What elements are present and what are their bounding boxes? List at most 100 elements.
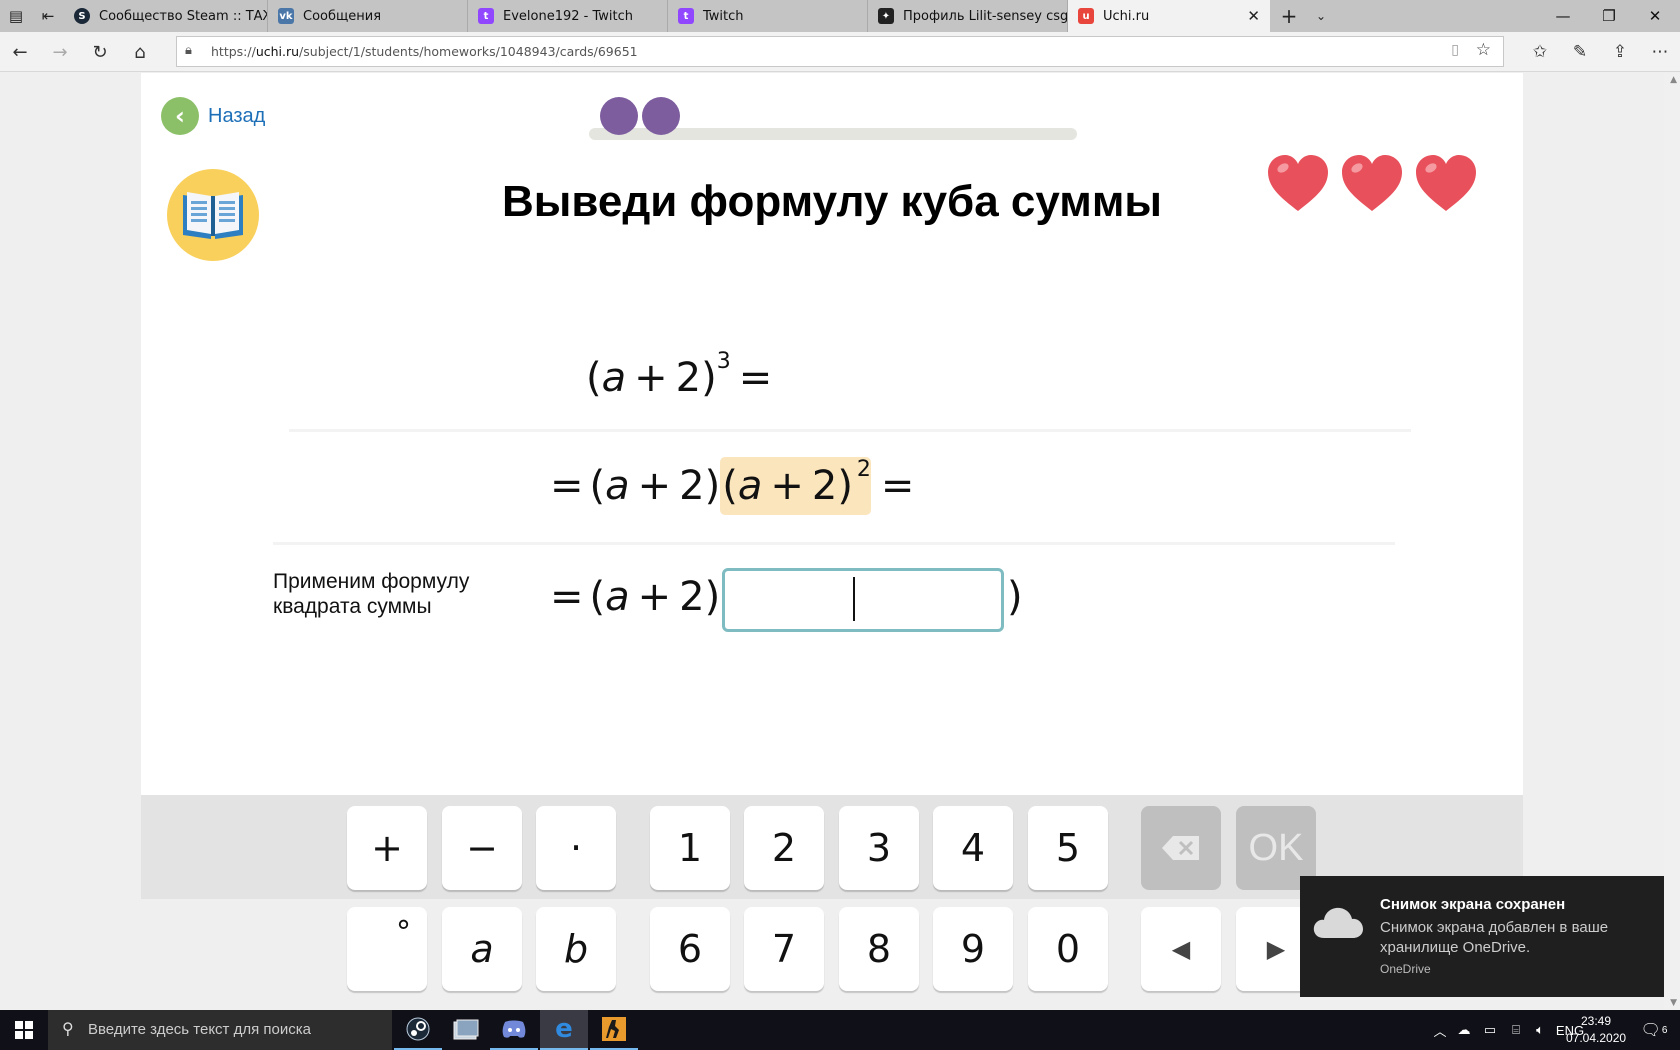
lock-icon: 🔒︎ <box>185 43 192 58</box>
toast-body: Снимок экрана добавлен в ваше хранилище … <box>1380 919 1609 956</box>
key-7[interactable]: 7 <box>744 907 824 991</box>
forward-arrow-icon[interactable]: → <box>44 36 76 68</box>
ethernet-icon[interactable]: ⌸ <box>1504 1010 1528 1050</box>
steam-icon: S <box>74 8 90 24</box>
chevron-up-icon[interactable]: ︿ <box>1430 1010 1450 1050</box>
divider <box>289 429 1411 432</box>
taskbar-edge[interactable]: e <box>540 1010 588 1050</box>
network-icon[interactable]: ▭ <box>1478 1010 1502 1050</box>
tab-steam[interactable]: S Сообщество Steam :: ТАЖИ <box>64 0 268 32</box>
key-4[interactable]: 4 <box>933 806 1013 890</box>
notification-count: 6 <box>1661 1024 1668 1036</box>
key-9[interactable]: 9 <box>933 907 1013 991</box>
set-aside-tabs-icon[interactable]: ⇤ <box>32 0 64 32</box>
key-b[interactable]: b <box>536 907 616 991</box>
clock-time: 23:49 <box>1580 1014 1612 1028</box>
tab-twitch-evelone[interactable]: t Evelone192 - Twitch <box>468 0 668 32</box>
favorites-hub-icon[interactable]: ✩ <box>1522 36 1558 68</box>
tab-csgo-profile[interactable]: ✦ Профиль Lilit-sensey csgo.r <box>868 0 1068 32</box>
formula-row-3: =(a+2)( <box>550 574 736 620</box>
onedrive-tray-icon[interactable]: ☁ <box>1452 1010 1476 1050</box>
new-tab-icon[interactable]: + <box>1272 0 1306 32</box>
tab-label: Twitch <box>703 8 744 24</box>
tab-label: Профиль Lilit-sensey csgo.r <box>903 8 1068 24</box>
formula-row-1: (a +2) 3 = <box>586 349 773 401</box>
notification-center-icon[interactable]: 🗨︎ 6 <box>1634 1010 1674 1050</box>
restore-icon[interactable]: ❐ <box>1586 0 1632 32</box>
csgo-icon: ✦ <box>878 8 894 24</box>
key-minus[interactable]: − <box>442 806 522 890</box>
backspace-icon <box>1162 836 1199 860</box>
tab-actions-icon[interactable]: ▤ <box>0 0 32 32</box>
backspace-button[interactable] <box>1141 806 1221 890</box>
tab-vk-messages[interactable]: vk Сообщения <box>268 0 468 32</box>
back-arrow-icon[interactable]: ← <box>4 36 36 68</box>
home-icon[interactable]: ⌂ <box>124 36 156 68</box>
scrollbar[interactable]: ▲ ▼ <box>1664 73 1680 1010</box>
heart-icon <box>1268 155 1328 211</box>
csgo-icon <box>602 1017 626 1041</box>
vk-icon: vk <box>278 8 294 24</box>
discord-icon <box>502 1020 526 1038</box>
search-icon: ⚲ <box>62 1019 74 1038</box>
key-3[interactable]: 3 <box>839 806 919 890</box>
key-1[interactable]: 1 <box>650 806 730 890</box>
tab-preview-chevron-icon[interactable]: ⌄ <box>1306 0 1336 32</box>
tab-twitch[interactable]: t Twitch <box>668 0 868 32</box>
uchi-icon: u <box>1078 8 1094 24</box>
key-degree[interactable]: ° <box>347 907 427 991</box>
key-0[interactable]: 0 <box>1028 907 1108 991</box>
toast-app-name: OneDrive <box>1380 962 1431 976</box>
taskbar-csgo[interactable] <box>590 1010 638 1050</box>
formula-row-2: =(a +2) (a +2) 2 = <box>550 457 914 515</box>
divider <box>273 542 1395 545</box>
reading-view-icon[interactable]: ▯ <box>1451 42 1459 58</box>
taskbar-discord[interactable] <box>490 1010 538 1050</box>
taskbar-steam[interactable] <box>394 1010 442 1050</box>
onedrive-notification[interactable]: Снимок экрана сохранен Снимок экрана доб… <box>1300 876 1664 997</box>
tab-uchi[interactable]: u Uchi.ru ✕ <box>1068 0 1270 32</box>
pen-icon[interactable]: ✎ <box>1562 36 1598 68</box>
back-button[interactable]: ‹ Назад <box>161 97 265 135</box>
answer-input[interactable] <box>722 568 1004 632</box>
highlighted-term: (a +2) 2 <box>720 457 871 515</box>
back-label: Назад <box>208 104 266 127</box>
clock[interactable]: 23:49 07.04.2020 <box>1566 1013 1626 1047</box>
key-2[interactable]: 2 <box>744 806 824 890</box>
heart-icon <box>1342 155 1402 211</box>
scroll-up-icon[interactable]: ▲ <box>1670 75 1677 85</box>
taskbar-photos[interactable] <box>442 1010 490 1050</box>
tab-label: Сообщения <box>303 8 382 24</box>
minimize-icon[interactable]: — <box>1540 0 1586 32</box>
refresh-icon[interactable]: ↻ <box>84 36 116 68</box>
key-dot[interactable]: · <box>536 806 616 890</box>
taskbar: ⚲ Введите здесь текст для поиска e ︿ ☁ ▭… <box>0 1010 1680 1050</box>
tab-label: Сообщество Steam :: ТАЖИ <box>99 8 268 24</box>
more-icon[interactable]: ⋯ <box>1642 36 1678 68</box>
key-plus[interactable]: + <box>347 806 427 890</box>
url-field[interactable]: 🔒︎ https://uchi.ru/subject/1/students/ho… <box>176 36 1504 67</box>
cursor-left-button[interactable]: ◀ <box>1141 907 1221 991</box>
text-caret <box>853 577 855 621</box>
edge-icon: e <box>555 1014 573 1044</box>
scroll-down-icon[interactable]: ▼ <box>1670 998 1677 1008</box>
windows-logo-icon <box>15 1021 33 1039</box>
task-card: ‹ Назад Выведи формулу куба суммы (a + … <box>141 73 1523 899</box>
key-6[interactable]: 6 <box>650 907 730 991</box>
key-5[interactable]: 5 <box>1028 806 1108 890</box>
heart-icon <box>1416 155 1476 211</box>
taskbar-search[interactable]: ⚲ Введите здесь текст для поиска <box>48 1010 392 1050</box>
key-8[interactable]: 8 <box>839 907 919 991</box>
steam-icon <box>406 1017 430 1041</box>
chevron-left-icon: ‹ <box>161 97 199 135</box>
key-a[interactable]: a <box>442 907 522 991</box>
share-icon[interactable]: ⇪ <box>1602 36 1638 68</box>
close-window-icon[interactable]: ✕ <box>1632 0 1678 32</box>
twitch-icon: t <box>478 8 494 24</box>
close-tab-icon[interactable]: ✕ <box>1247 7 1260 25</box>
start-button[interactable] <box>0 1010 48 1050</box>
favorite-star-icon[interactable]: ☆ <box>1476 40 1491 60</box>
clock-date: 07.04.2020 <box>1566 1031 1627 1045</box>
search-placeholder: Введите здесь текст для поиска <box>88 1021 311 1038</box>
cloud-icon <box>1313 907 1363 938</box>
